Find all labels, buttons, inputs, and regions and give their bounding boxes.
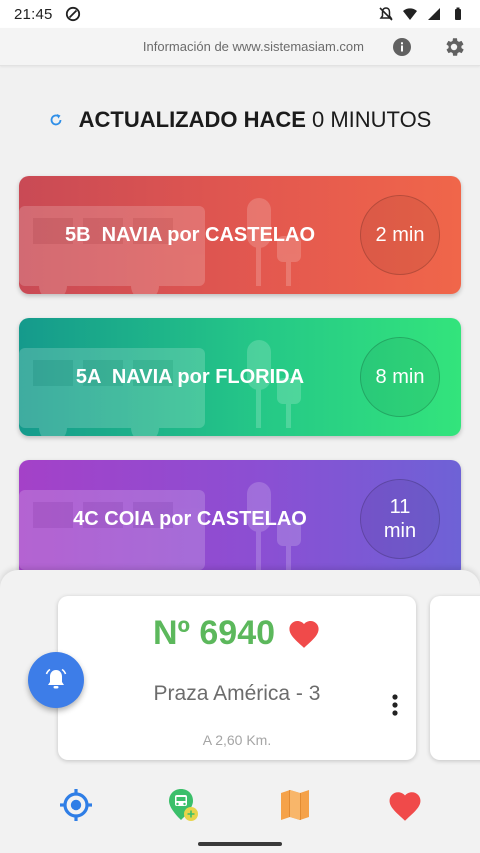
info-bar: Información de www.sistemasiam.com xyxy=(0,28,480,66)
stop-number-row: Nº 6940 xyxy=(58,612,416,654)
battery-icon xyxy=(455,7,461,20)
route-label: 5A NAVIA por FLORIDA xyxy=(75,365,305,388)
info-icon[interactable] xyxy=(392,37,412,57)
home-indicator[interactable] xyxy=(198,842,282,846)
status-bar: 21:45 xyxy=(0,0,480,28)
eta-badge: 2 min xyxy=(360,195,440,275)
bus-stop-icon xyxy=(169,789,198,821)
nav-favorites[interactable] xyxy=(381,783,429,827)
stop-distance: A 2,60 Km. xyxy=(202,732,272,748)
route-label: 4C COIA por CASTELAO xyxy=(73,507,307,530)
more-vert-icon[interactable] xyxy=(385,692,405,718)
eta-badge: 8 min xyxy=(360,337,440,417)
wifi-icon xyxy=(403,8,417,20)
eta-text: 2 min xyxy=(375,224,425,246)
route-card[interactable]: 4C COIA por CASTELAO 11 min xyxy=(19,460,461,578)
status-time: 21:45 xyxy=(14,5,53,23)
gear-icon[interactable] xyxy=(442,35,466,59)
stop-name: Praza América - 3 xyxy=(153,682,321,705)
eta-text-line2: min xyxy=(383,520,417,542)
mute-icon xyxy=(379,7,393,21)
updated-label: ACTUALIZADO HACE xyxy=(78,107,306,132)
heart-icon xyxy=(389,792,421,821)
eta-text: 8 min xyxy=(375,366,425,388)
stop-number: Nº 6940 xyxy=(152,613,276,652)
stop-card[interactable]: Nº 6940 Praza América - 3 A 2,60 Km. xyxy=(58,596,416,760)
nav-bus-stops[interactable] xyxy=(159,783,207,827)
route-card[interactable]: 5B NAVIA por CASTELAO 2 min xyxy=(19,176,461,294)
bottom-nav xyxy=(0,775,480,831)
heart-icon[interactable] xyxy=(287,617,321,649)
updated-status: ACTUALIZADO HACE 0 MINUTOS xyxy=(0,100,480,140)
refresh-icon[interactable] xyxy=(49,113,63,127)
nav-gps[interactable] xyxy=(52,783,100,827)
gps-icon xyxy=(60,789,92,821)
info-text[interactable]: Información de www.sistemasiam.com xyxy=(143,39,364,54)
signal-icon xyxy=(428,8,440,20)
map-icon xyxy=(281,790,309,820)
next-stop-card[interactable] xyxy=(430,596,480,760)
eta-text-line1: 11 xyxy=(389,496,411,518)
eta-badge: 11 min xyxy=(360,479,440,559)
nav-map[interactable] xyxy=(271,783,319,827)
bottom-sheet: Nº 6940 Praza América - 3 A 2,60 Km. xyxy=(0,570,480,853)
stop-name-row: Praza América - 3 xyxy=(58,682,416,712)
route-card[interactable]: 5A NAVIA por FLORIDA 8 min xyxy=(19,318,461,436)
data-saver-icon xyxy=(65,6,80,22)
updated-value: 0 MINUTOS xyxy=(311,107,432,132)
eta-text: 11 min xyxy=(384,495,416,543)
alarm-button[interactable] xyxy=(28,652,84,708)
route-label: 5B NAVIA por CASTELAO xyxy=(64,223,315,246)
status-icons xyxy=(378,6,466,22)
bell-icon xyxy=(45,668,67,689)
